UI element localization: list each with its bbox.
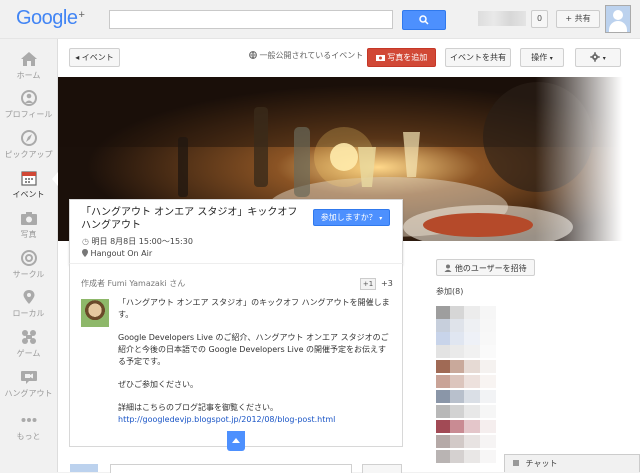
chevron-down-icon: ▾: [379, 215, 383, 222]
event-title: 「ハングアウト オンエア スタジオ」キックオフハングアウト: [81, 207, 298, 231]
notification-count[interactable]: 0: [531, 10, 548, 28]
nav-label: サークル: [12, 270, 45, 279]
comment-avatar: [70, 464, 98, 472]
camera-icon: [20, 212, 37, 225]
event-date-text: 明日 8月8日 15:00～15:30: [91, 237, 193, 246]
join-label: 参加しますか？: [320, 213, 377, 222]
nav-label: ゲーム: [16, 349, 41, 358]
share-button[interactable]: + 共有: [556, 10, 600, 28]
camera-icon: [375, 55, 385, 61]
event-datetime: ◷ 明日 8月8日 15:00～15:30: [82, 236, 193, 247]
invite-label: 他のユーザーを招待: [454, 264, 527, 273]
nav-label: プロフィール: [4, 110, 53, 119]
person-add-icon: [444, 264, 452, 272]
event-location: Hangout On Air: [82, 249, 152, 258]
author-avatar[interactable]: [81, 299, 109, 327]
participant-row-blurred[interactable]: [436, 390, 496, 403]
hangout-icon: [20, 371, 37, 384]
games-icon: [21, 330, 36, 344]
nav-item-explore[interactable]: ピックアップ: [0, 130, 57, 160]
chat-status-icon: [513, 460, 519, 466]
share-event-button[interactable]: イベントを共有: [445, 48, 511, 67]
participant-row-blurred[interactable]: [436, 319, 496, 332]
post-paragraph: 「ハングアウト オンエア スタジオ」のキックオフ ハングアウトを開催します。: [118, 298, 390, 319]
event-visibility: 一般公開されているイベント: [249, 50, 363, 61]
chevron-down-icon: ▾: [549, 55, 553, 62]
back-to-events-button[interactable]: ◂ イベント: [69, 48, 120, 67]
nav-item-photos[interactable]: 写真: [0, 210, 57, 240]
nav-label: ホーム: [16, 71, 41, 80]
chat-label: チャット: [525, 459, 558, 468]
join-event-dropdown[interactable]: 参加しますか？ ▾: [313, 209, 390, 226]
nav-item-hangouts[interactable]: ハングアウト: [0, 369, 57, 399]
nav-item-circles[interactable]: サークル: [0, 250, 57, 280]
post-paragraph: ぜひご参加ください。: [118, 380, 198, 389]
nav-label: ピックアップ: [4, 150, 53, 159]
globe-icon: [249, 51, 257, 60]
google-plus-logo[interactable]: Google+: [16, 7, 85, 30]
home-icon: [20, 52, 37, 66]
operations-label: 操作: [531, 53, 548, 62]
nav-label: ハングアウト: [4, 389, 53, 398]
participant-row-blurred[interactable]: [436, 345, 496, 358]
logo-plus: +: [78, 9, 85, 21]
profile-icon: [20, 90, 37, 106]
circles-icon: [20, 250, 37, 266]
settings-dropdown[interactable]: ▾: [575, 48, 621, 67]
invite-others-button[interactable]: 他のユーザーを招待: [436, 259, 535, 276]
nav-item-more[interactable]: もっと: [0, 412, 57, 442]
nav-label: イベント: [12, 190, 45, 199]
post-paragraph: Google Developers Live のご紹介、ハングアウト オンエア …: [118, 333, 389, 366]
participant-row-blurred[interactable]: [436, 435, 496, 448]
blog-link[interactable]: http://googledevjp.blogspot.jp/2012/08/b…: [118, 414, 394, 426]
event-location-text: Hangout On Air: [90, 249, 153, 258]
compass-icon: [20, 130, 37, 146]
operations-dropdown[interactable]: 操作 ▾: [520, 48, 564, 67]
chat-bar[interactable]: チャット: [504, 454, 640, 472]
calendar-icon: [20, 171, 37, 186]
plus-one-count[interactable]: +3: [381, 279, 393, 288]
collapse-post-button[interactable]: [227, 431, 245, 451]
nav-label: 写真: [20, 230, 37, 239]
clock-icon: ◷: [82, 237, 89, 246]
nav-item-local[interactable]: ローカル: [0, 289, 57, 319]
nav-item-games[interactable]: ゲーム: [0, 329, 57, 359]
participant-row-blurred[interactable]: [436, 306, 496, 319]
avatar[interactable]: [605, 5, 631, 33]
search-icon: [419, 15, 429, 25]
participant-row-blurred[interactable]: [436, 450, 496, 463]
participant-row-blurred[interactable]: [436, 405, 496, 418]
post-author[interactable]: 作成者 Fumi Yamazaki さん: [81, 278, 185, 289]
search-input[interactable]: [109, 10, 393, 29]
participant-row-blurred[interactable]: [436, 375, 496, 388]
participant-row-blurred[interactable]: [436, 420, 496, 433]
participants-heading: 参加(8): [436, 287, 464, 296]
user-name-blurred[interactable]: [478, 11, 526, 26]
plus-one-button[interactable]: +1: [360, 278, 376, 290]
nav-item-home[interactable]: ホーム: [0, 51, 57, 81]
pin-icon: [23, 290, 34, 304]
nav-label: もっと: [16, 432, 41, 441]
add-photo-button[interactable]: 写真を追加: [367, 48, 436, 67]
visibility-label: 一般公開されているイベント: [259, 51, 364, 60]
chevron-down-icon: ▾: [602, 55, 606, 62]
more-icon: [21, 418, 36, 422]
participant-row-blurred[interactable]: [436, 360, 496, 373]
logo-text: Google: [16, 7, 78, 29]
pin-icon: [82, 249, 88, 257]
post-body: 「ハングアウト オンエア スタジオ」のキックオフ ハングアウトを開催します。 G…: [118, 297, 394, 426]
nav-label: ローカル: [12, 309, 45, 318]
nav-item-events[interactable]: イベント: [0, 170, 57, 200]
gear-icon: [590, 52, 600, 62]
add-photo-label: 写真を追加: [387, 53, 428, 62]
post-paragraph: 詳細はこちらのブログ記事を御覧ください。: [118, 403, 278, 412]
nav-item-profile[interactable]: プロフィール: [0, 90, 57, 120]
participant-row-blurred[interactable]: [436, 332, 496, 345]
search-button[interactable]: [402, 10, 446, 30]
